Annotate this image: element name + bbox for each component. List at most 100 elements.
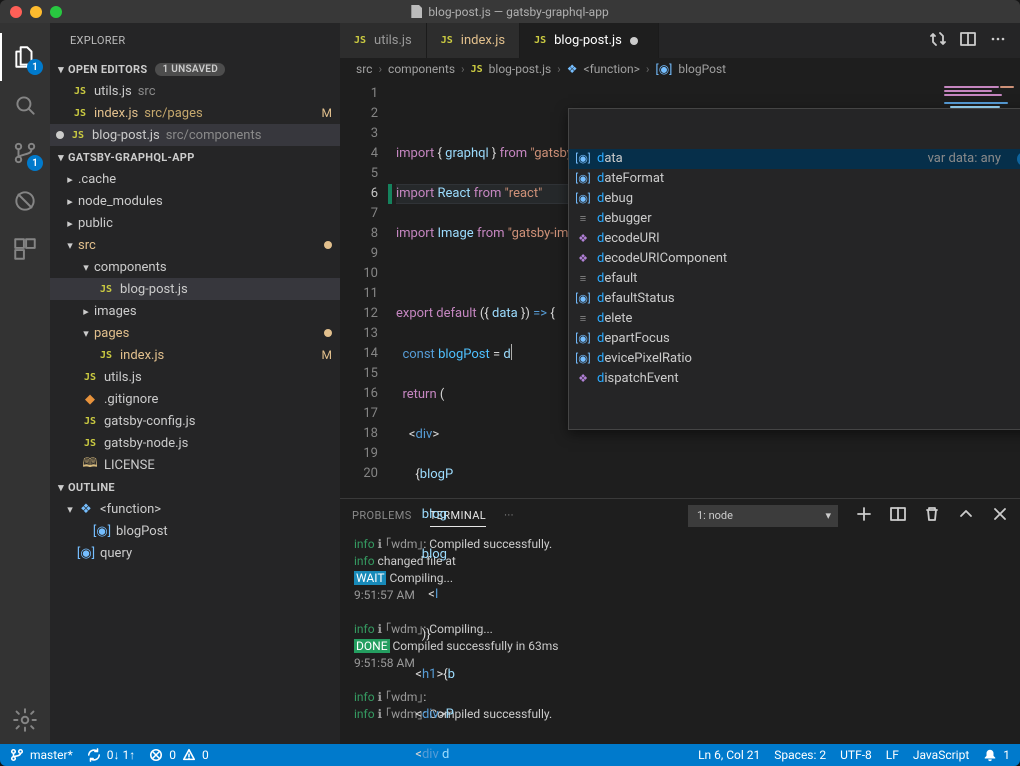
js-file-icon: JS: [82, 435, 98, 451]
activity-debug[interactable]: [0, 177, 50, 225]
js-file-icon: JS: [82, 413, 98, 429]
open-editor-path: src/pages: [144, 106, 202, 121]
activity-extensions[interactable]: [0, 225, 50, 273]
suggest-item[interactable]: ❖decodeURI: [569, 229, 1020, 249]
git-icon: ◆: [82, 391, 98, 407]
folder-label: pages: [94, 326, 324, 341]
symbol-function-icon: ❖: [575, 251, 591, 267]
editor-tab[interactable]: JS blog-post.js: [520, 23, 659, 58]
suggest-item[interactable]: [◉]devicePixelRatio: [569, 349, 1020, 369]
folder-item[interactable]: ▸node_modules: [50, 190, 340, 212]
compare-changes-icon[interactable]: [930, 31, 946, 51]
editor-tab[interactable]: JSindex.js: [427, 23, 520, 58]
breadcrumb-item[interactable]: blog-post.js: [489, 62, 551, 76]
file-item[interactable]: JSutils.js: [50, 366, 340, 388]
open-editor-name: utils.js: [94, 84, 132, 99]
open-editor-name: index.js: [94, 106, 138, 121]
symbol-variable-icon: [◉]: [94, 523, 110, 539]
js-file-icon: JS: [70, 127, 86, 143]
symbol-keyword-icon: ≡: [575, 211, 591, 227]
file-icon: [411, 5, 422, 18]
activity-explorer[interactable]: 1: [0, 33, 50, 81]
js-file-icon: JS: [98, 347, 114, 363]
chevron-right-icon: ▸: [64, 195, 76, 208]
open-editors-label: OPEN EDITORS: [68, 63, 147, 76]
code-editor[interactable]: 1234567891011121314151617181920 import {…: [340, 80, 1020, 498]
file-item[interactable]: ◆.gitignore: [50, 388, 340, 410]
editor-tab[interactable]: JSutils.js: [340, 23, 427, 58]
breadcrumb-item[interactable]: components: [388, 62, 455, 76]
outline-label: query: [100, 546, 332, 561]
open-editors-header[interactable]: ▾ OPEN EDITORS 1 UNSAVED: [50, 58, 340, 80]
suggest-item[interactable]: [◉]datavar data: anyi: [569, 149, 1020, 169]
folder-item[interactable]: ▾components: [50, 256, 340, 278]
modified-indicator: M: [322, 106, 332, 120]
status-sync[interactable]: 0↓ 1↑: [87, 748, 135, 762]
split-editor-icon[interactable]: [960, 31, 976, 51]
status-sync-label: 0↓ 1↑: [107, 748, 135, 762]
folder-item[interactable]: ▸public: [50, 212, 340, 234]
open-editor-item[interactable]: JS index.jssrc/pages M: [50, 102, 340, 124]
license-icon: 🕮: [82, 457, 98, 473]
open-editor-item[interactable]: JS utils.jssrc: [50, 80, 340, 102]
suggest-widget[interactable]: [◉]datavar data: anyi[◉]dateFormat[◉]deb…: [568, 108, 1020, 430]
breadcrumb-item[interactable]: <function>: [584, 62, 640, 76]
status-problems[interactable]: 0 0: [149, 748, 209, 762]
chevron-down-icon: ▾: [64, 239, 76, 252]
suggest-item[interactable]: ≡default: [569, 269, 1020, 289]
suggest-item[interactable]: ❖dispatchEvent: [569, 369, 1020, 389]
activity-search[interactable]: [0, 81, 50, 129]
folder-item[interactable]: ▾pages: [50, 322, 340, 344]
suggest-item[interactable]: [◉]departFocus: [569, 329, 1020, 349]
project-label: GATSBY-GRAPHQL-APP: [68, 151, 195, 164]
breadcrumb-item[interactable]: blogPost: [678, 62, 726, 76]
open-editor-item[interactable]: JS blog-post.jssrc/components: [50, 124, 340, 146]
code-content[interactable]: import { graphql } from "gatsby" import …: [396, 80, 1020, 498]
activity-explorer-badge: 1: [27, 59, 43, 75]
suggest-label: devicePixelRatio: [597, 349, 692, 369]
modified-indicator: M: [322, 348, 332, 362]
folder-item[interactable]: ▸.cache: [50, 168, 340, 190]
suggest-item[interactable]: ❖decodeURIComponent: [569, 249, 1020, 269]
outline-item[interactable]: [◉]blogPost: [50, 520, 340, 542]
project-tree: ▸.cache ▸node_modules ▸public ▾src ▾comp…: [50, 168, 340, 476]
outline-header[interactable]: ▾ OUTLINE: [50, 476, 340, 498]
file-label: gatsby-node.js: [104, 436, 332, 451]
outline-label: <function>: [100, 502, 332, 517]
open-editor-path: src/components: [166, 128, 262, 143]
more-actions-icon[interactable]: [990, 31, 1006, 51]
file-item[interactable]: JSgatsby-config.js: [50, 410, 340, 432]
error-icon: [149, 748, 163, 762]
chevron-down-icon: ▾: [54, 63, 68, 76]
activity-settings[interactable]: [0, 696, 50, 744]
breadcrumb-item[interactable]: src: [356, 62, 372, 76]
js-file-icon: JS: [82, 369, 98, 385]
chevron-right-icon: ›: [557, 62, 561, 76]
folder-item[interactable]: ▾src: [50, 234, 340, 256]
suggest-item[interactable]: [◉]defaultStatus: [569, 289, 1020, 309]
activity-scm[interactable]: 1: [0, 129, 50, 177]
chevron-right-icon: ▸: [64, 173, 76, 186]
js-file-icon: JS: [441, 35, 453, 46]
search-icon: [12, 92, 38, 118]
breadcrumbs[interactable]: src › components › JS blog-post.js › ❖ <…: [340, 58, 1020, 80]
suggest-item[interactable]: [◉]dateFormat: [569, 169, 1020, 189]
suggest-item[interactable]: ≡debugger: [569, 209, 1020, 229]
git-branch-icon: [10, 748, 24, 762]
modified-dot-icon: [324, 329, 332, 337]
file-item[interactable]: JSindex.jsM: [50, 344, 340, 366]
outline-item[interactable]: ▾❖<function>: [50, 498, 340, 520]
suggest-item[interactable]: [◉]debug: [569, 189, 1020, 209]
status-git-branch[interactable]: master*: [10, 748, 73, 762]
outline-item[interactable]: [◉]query: [50, 542, 340, 564]
js-file-icon: JS: [534, 35, 546, 46]
suggest-item[interactable]: ≡delete: [569, 309, 1020, 329]
suggest-label: departFocus: [597, 329, 670, 349]
project-header[interactable]: ▾ GATSBY-GRAPHQL-APP: [50, 146, 340, 168]
file-item[interactable]: 🕮LICENSE: [50, 454, 340, 476]
unsaved-dot-icon: [56, 131, 64, 139]
folder-item[interactable]: ▸images: [50, 300, 340, 322]
tab-label: blog-post.js: [554, 33, 622, 48]
file-item[interactable]: JSblog-post.js: [50, 278, 340, 300]
file-item[interactable]: JS gatsby-node.js: [50, 432, 340, 454]
